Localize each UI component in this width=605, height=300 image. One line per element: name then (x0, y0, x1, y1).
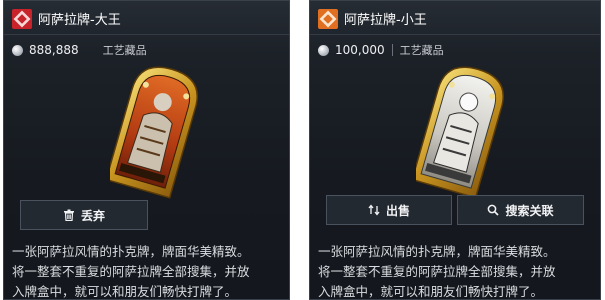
item-panel-small-joker: 阿萨拉牌-小王 100,000 工艺藏品 出售 搜索关联 一张阿萨拉风情的扑克牌… (309, 0, 601, 300)
item-category: 工艺藏品 (399, 44, 444, 57)
item-price: 100,000 (335, 43, 385, 57)
search-icon (488, 204, 500, 216)
description-line: 入牌盒中，就可以和朋友们畅快打牌了。 (12, 284, 238, 299)
description-line: 一张阿萨拉风情的扑克牌，牌面华美精致。 (318, 244, 556, 259)
discard-button[interactable]: 丢弃 (20, 200, 148, 230)
orange-rarity-badge-icon (318, 9, 338, 29)
card-small-joker-image (416, 66, 504, 199)
card-big-joker-image (110, 66, 198, 199)
item-title: 阿萨拉牌-大王 (38, 13, 121, 28)
search-related-label: 搜索关联 (505, 203, 554, 218)
search-related-button[interactable]: 搜索关联 (457, 195, 584, 225)
item-category: 工艺藏品 (102, 44, 147, 57)
discard-label: 丢弃 (80, 208, 105, 223)
sell-button[interactable]: 出售 (326, 195, 452, 225)
description-line: 将一整套不重复的阿萨拉牌全部搜集，并放 (12, 264, 250, 279)
item-description: 一张阿萨拉风情的扑克牌，牌面华美精致。 将一整套不重复的阿萨拉牌全部搜集，并放 … (12, 242, 250, 299)
trash-icon (63, 209, 74, 221)
sell-label: 出售 (385, 203, 410, 218)
item-header: 阿萨拉牌-大王 (4, 1, 289, 35)
description-line: 将一整套不重复的阿萨拉牌全部搜集，并放 (318, 264, 556, 279)
price-row: 888,888 工艺藏品 (12, 41, 147, 59)
divider (391, 44, 393, 56)
item-description: 一张阿萨拉风情的扑克牌，牌面华美精致。 将一整套不重复的阿萨拉牌全部搜集，并放 … (318, 242, 556, 299)
red-rarity-badge-icon (12, 9, 32, 29)
description-line: 一张阿萨拉风情的扑克牌，牌面华美精致。 (12, 244, 250, 259)
item-price: 888,888 (29, 43, 79, 57)
price-row: 100,000 工艺藏品 (318, 41, 444, 59)
item-title: 阿萨拉牌-小王 (344, 13, 427, 28)
coin-icon (12, 44, 23, 56)
item-header: 阿萨拉牌-小王 (310, 1, 600, 35)
description-line: 入牌盒中，就可以和朋友们畅快打牌了。 (318, 284, 544, 299)
sell-icon (368, 204, 380, 216)
coin-icon (318, 44, 329, 56)
item-panel-big-joker: 阿萨拉牌-大王 888,888 工艺藏品 丢弃 一张阿萨拉风情的扑克牌，牌面华美… (3, 0, 290, 300)
